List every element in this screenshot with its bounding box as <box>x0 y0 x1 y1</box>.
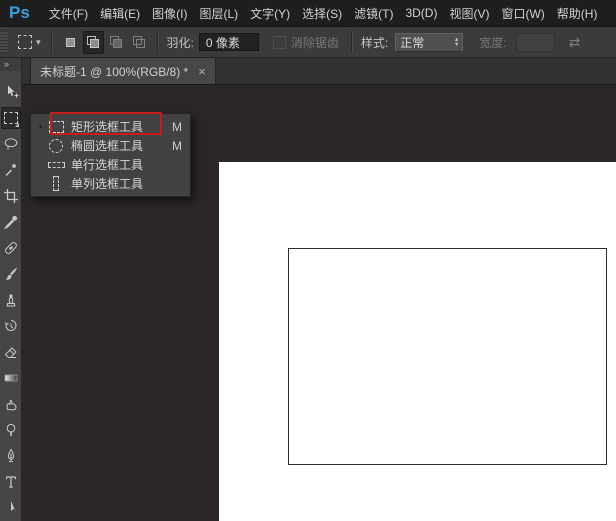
add-to-selection-icon <box>86 35 100 49</box>
intersect-selection-icon <box>132 35 146 49</box>
document-tab-title: 未标题-1 @ 100%(RGB/8) * <box>40 63 188 80</box>
shortcut-key: M <box>170 120 182 134</box>
flyout-item-label: 单行选框工具 <box>71 156 170 173</box>
separator <box>351 31 353 53</box>
spinner-icon: ▴▾ <box>455 37 458 47</box>
flyout-item-single-column-marquee[interactable]: 单列选框工具 <box>31 174 190 193</box>
menu-window[interactable]: 窗口(W) <box>495 5 550 22</box>
move-tool[interactable] <box>1 81 21 103</box>
path-selection-icon <box>3 500 19 516</box>
feather-value: 0 像素 <box>206 34 240 51</box>
clone-stamp-tool[interactable] <box>1 289 21 311</box>
swap-dimensions-icon: ⇄ <box>569 34 581 51</box>
menu-layer[interactable]: 图层(L) <box>193 5 244 22</box>
separator <box>51 31 53 53</box>
spot-healing-brush-tool[interactable] <box>1 237 21 259</box>
flyout-item-label: 椭圆选框工具 <box>71 137 170 154</box>
close-icon[interactable]: × <box>198 65 206 78</box>
single-column-marquee-icon <box>46 176 66 191</box>
width-input <box>516 33 555 52</box>
eraser-icon <box>3 344 19 360</box>
flyout-item-label: 单列选框工具 <box>71 175 170 192</box>
style-label: 样式: <box>361 34 388 51</box>
pen-tool[interactable] <box>1 445 21 467</box>
history-brush-tool[interactable] <box>1 315 21 337</box>
menu-view[interactable]: 视图(V) <box>443 5 495 22</box>
eyedropper-tool[interactable] <box>1 211 21 233</box>
gradient-icon <box>3 370 19 386</box>
crop-icon <box>3 188 19 204</box>
antialias-label: 消除锯齿 <box>291 34 339 51</box>
style-dropdown[interactable]: 正常 ▴▾ <box>395 33 463 52</box>
path-selection-tool[interactable] <box>1 497 21 519</box>
style-value: 正常 <box>400 34 424 51</box>
menu-3d[interactable]: 3D(D) <box>399 6 443 20</box>
pen-icon <box>3 448 19 464</box>
menu-edit[interactable]: 编辑(E) <box>94 5 146 22</box>
menu-filter[interactable]: 滤镜(T) <box>348 5 399 22</box>
menu-file[interactable]: 文件(F) <box>43 5 94 22</box>
separator <box>157 31 159 53</box>
dodge-tool[interactable] <box>1 419 21 441</box>
active-tool-indicator-icon: ▪ <box>35 122 46 131</box>
red-highlight-annotation <box>50 112 162 135</box>
lasso-icon <box>3 136 19 152</box>
menu-help[interactable]: 帮助(H) <box>551 5 604 22</box>
ps-logo: Ps <box>9 3 30 23</box>
brush-tool[interactable] <box>1 263 21 285</box>
new-selection-icon <box>63 35 77 49</box>
add-to-selection-button[interactable] <box>83 31 104 54</box>
elliptical-marquee-icon <box>46 139 66 153</box>
menu-image[interactable]: 图像(I) <box>146 5 193 22</box>
document-canvas[interactable] <box>219 162 616 521</box>
rectangular-marquee-preset-icon <box>18 35 32 49</box>
collapse-panel-button[interactable]: » <box>0 58 21 71</box>
eraser-tool[interactable] <box>1 341 21 363</box>
menu-select[interactable]: 选择(S) <box>296 5 348 22</box>
feather-input[interactable]: 0 像素 <box>199 33 259 51</box>
single-row-marquee-icon <box>46 162 66 168</box>
width-label: 宽度: <box>479 34 506 51</box>
subtract-from-selection-icon <box>109 35 123 49</box>
brush-icon <box>3 266 19 282</box>
options-bar-grip <box>0 31 8 53</box>
options-bar: ▾ 羽化: 0 像素 消除锯齿 样式: 正常 ▴▾ 宽度: <box>0 27 616 58</box>
document-tab[interactable]: 未标题-1 @ 100%(RGB/8) * × <box>30 58 216 84</box>
rectangular-marquee-icon <box>4 112 18 124</box>
smudge-tool[interactable] <box>1 393 21 415</box>
tool-preset-picker[interactable]: ▾ <box>14 33 45 51</box>
shortcut-key: M <box>170 139 182 153</box>
feather-label: 羽化: <box>167 34 194 51</box>
smudge-icon <box>3 396 19 412</box>
magic-wand-tool[interactable] <box>1 159 21 181</box>
intersect-selection-button[interactable] <box>129 31 150 54</box>
tools-panel: » <box>0 58 22 521</box>
dodge-icon <box>3 422 19 438</box>
flyout-item-single-row-marquee[interactable]: 单行选框工具 <box>31 155 190 174</box>
clone-stamp-icon <box>3 292 19 308</box>
photoshop-window: Ps 文件(F) 编辑(E) 图像(I) 图层(L) 文字(Y) 选择(S) 滤… <box>0 0 616 521</box>
spot-healing-brush-icon <box>3 240 19 256</box>
menu-type[interactable]: 文字(Y) <box>244 5 296 22</box>
lasso-tool[interactable] <box>1 133 21 155</box>
subtract-from-selection-button[interactable] <box>106 31 127 54</box>
history-brush-icon <box>3 318 19 334</box>
type-tool[interactable] <box>1 471 21 493</box>
tools-panel-grip <box>3 74 19 75</box>
rectangular-marquee-tool[interactable] <box>1 107 21 129</box>
type-tool-icon <box>3 474 19 490</box>
document-tab-bar: 未标题-1 @ 100%(RGB/8) * × <box>22 58 616 85</box>
menu-bar: Ps 文件(F) 编辑(E) 图像(I) 图层(L) 文字(Y) 选择(S) 滤… <box>0 0 616 27</box>
chevron-down-icon: ▾ <box>36 38 41 47</box>
magic-wand-icon <box>3 162 19 178</box>
selection-rectangle <box>288 248 607 465</box>
flyout-item-elliptical-marquee[interactable]: 椭圆选框工具 M <box>31 136 190 155</box>
gradient-tool[interactable] <box>1 367 21 389</box>
move-tool-icon <box>3 84 19 100</box>
crop-tool[interactable] <box>1 185 21 207</box>
new-selection-button[interactable] <box>60 31 81 54</box>
eyedropper-icon <box>3 214 19 230</box>
antialias-checkbox <box>273 36 286 49</box>
